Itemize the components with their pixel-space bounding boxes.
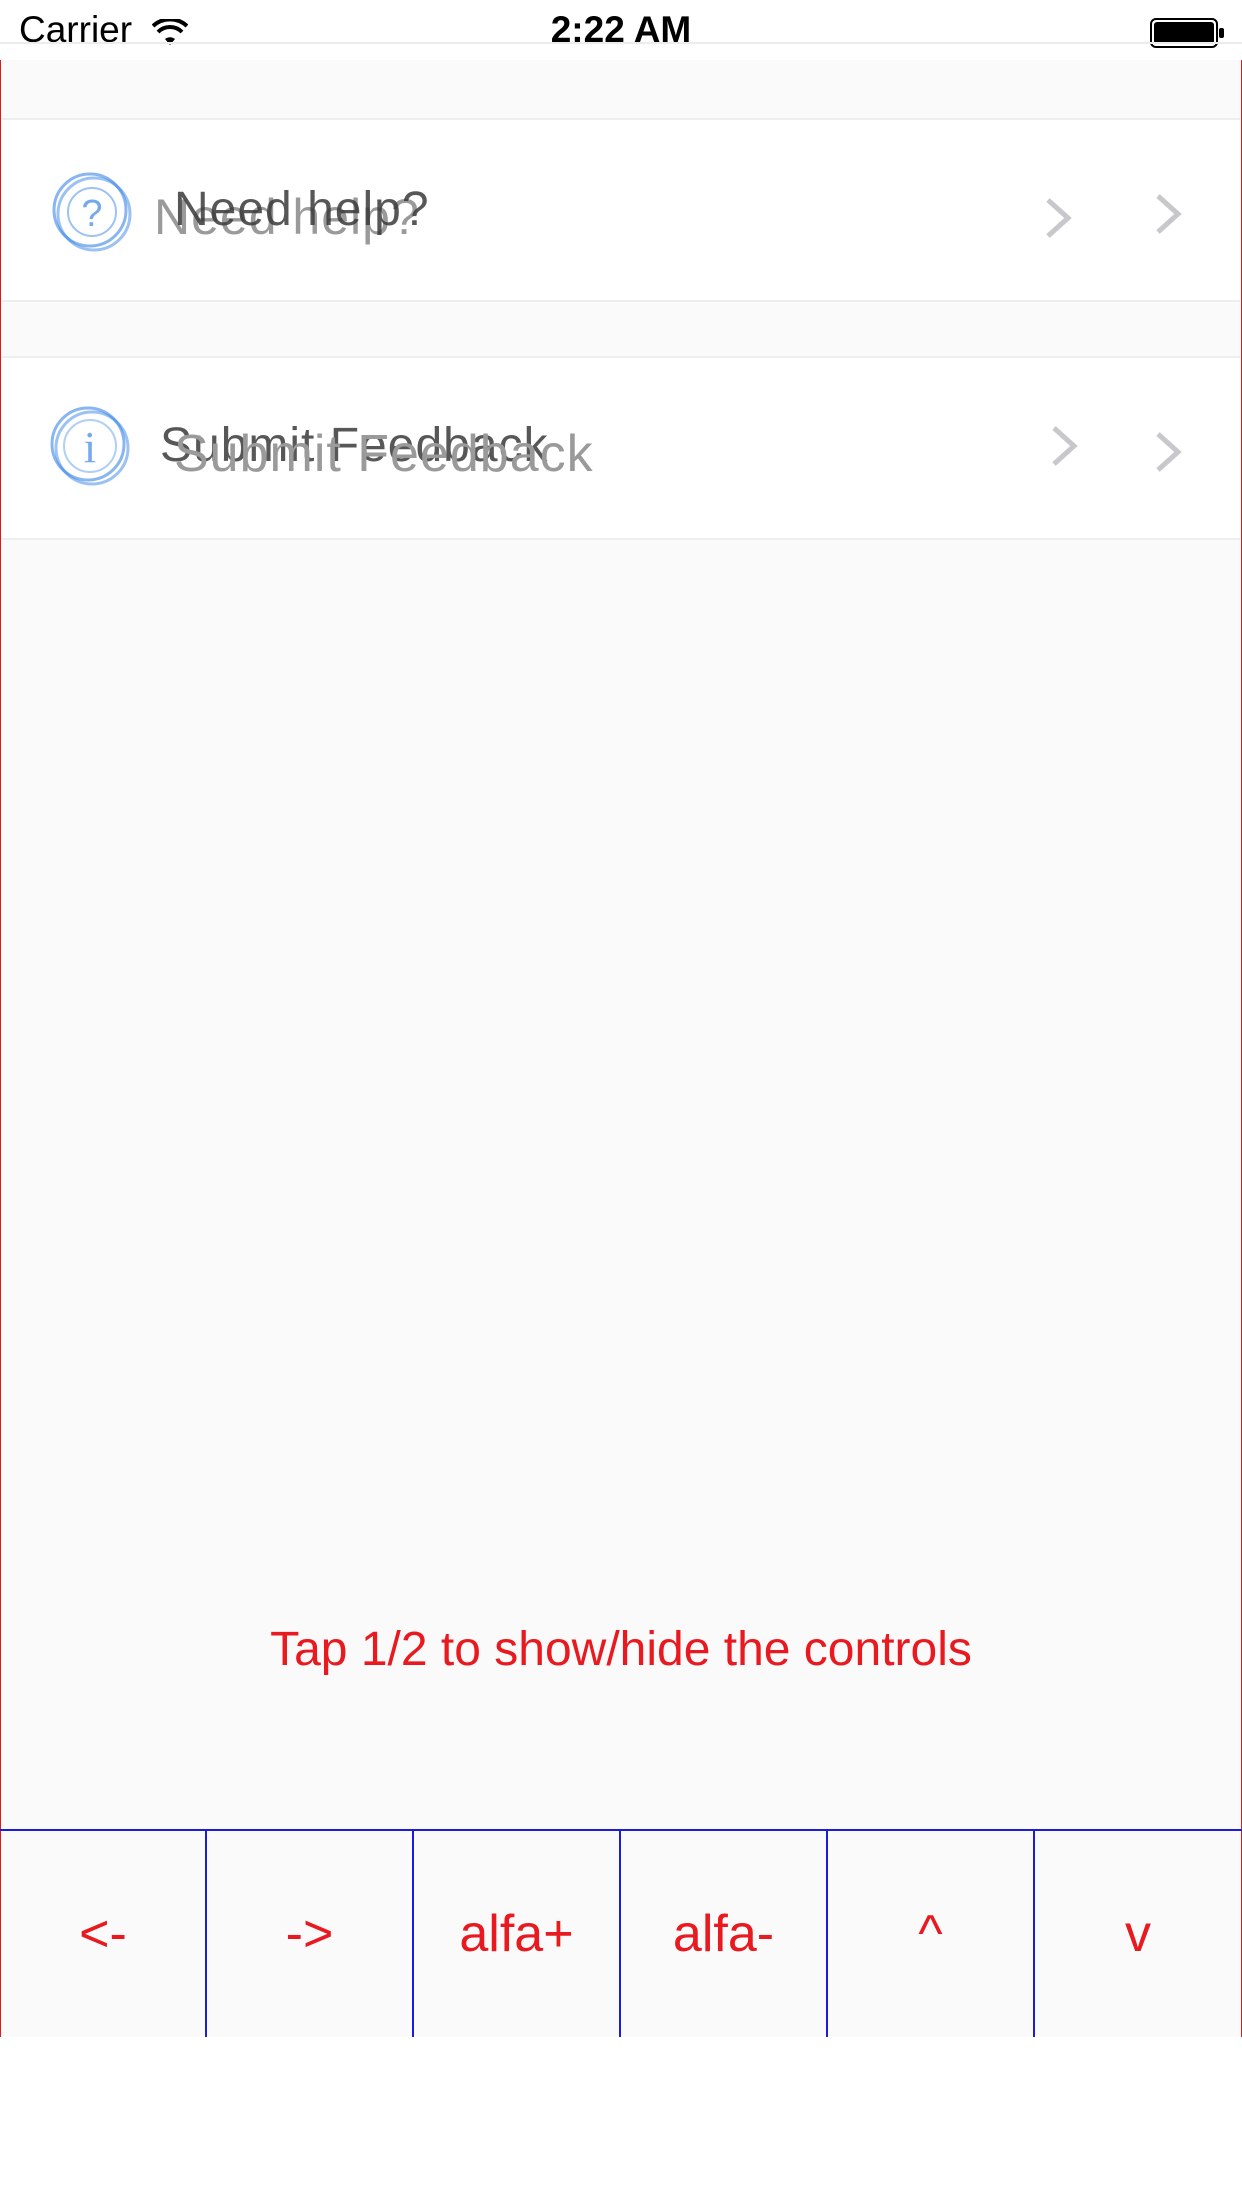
- battery-icon: [1150, 16, 1226, 58]
- move-up-button[interactable]: ^: [828, 1831, 1035, 2037]
- status-bar: Carrier 2:22 AM: [0, 0, 1242, 60]
- chevron-right-icon: [1154, 430, 1184, 474]
- question-circle-icon: ?: [50, 170, 134, 254]
- overlay-frame: [0, 0, 1242, 2035]
- list-item-need-help[interactable]: ? Need help? Need help?: [2, 118, 1240, 302]
- alpha-decrease-button[interactable]: alfa-: [621, 1831, 828, 2037]
- need-help-label: Need help?: [174, 183, 430, 236]
- svg-text:i: i: [84, 423, 96, 472]
- move-left-button[interactable]: <-: [0, 1831, 207, 2037]
- move-right-button[interactable]: ->: [207, 1831, 414, 2037]
- info-circle-icon: i: [48, 404, 132, 488]
- status-bar-divider: [0, 42, 1242, 44]
- chevron-right-icon: [1044, 196, 1074, 240]
- overlay-controls: <- -> alfa+ alfa- ^ v: [0, 1829, 1242, 2037]
- screen: Carrier 2:22 AM ? Need help? Need help? …: [0, 0, 1242, 2208]
- clock: 2:22 AM: [550, 9, 692, 50]
- svg-text:?: ?: [81, 193, 102, 235]
- hint-text: Tap 1/2 to show/hide the controls: [270, 1623, 972, 1676]
- alpha-increase-button[interactable]: alfa+: [414, 1831, 621, 2037]
- submit-feedback-label-ghost: Submit Feedback: [174, 425, 594, 483]
- chevron-right-icon: [1050, 424, 1080, 468]
- move-down-button[interactable]: v: [1035, 1831, 1242, 2037]
- list-item-submit-feedback[interactable]: i Submit Feedback Submit Feedback: [2, 356, 1240, 540]
- chevron-right-icon: [1154, 192, 1184, 236]
